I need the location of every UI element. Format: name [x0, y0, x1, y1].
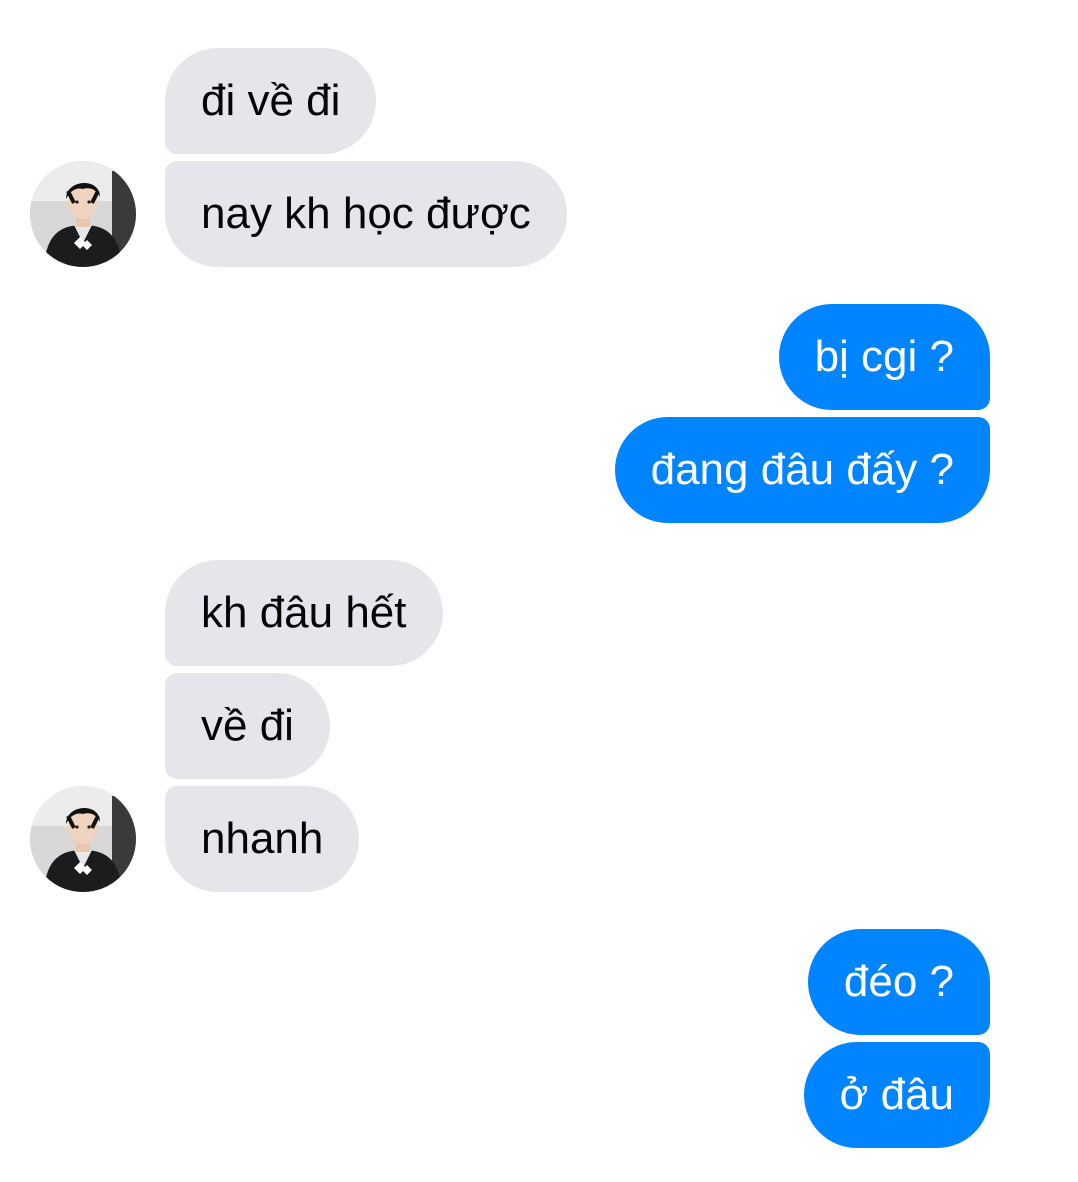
contact-avatar[interactable] [30, 161, 136, 267]
message-text: đi về đi [201, 76, 341, 125]
message-bubble-outgoing[interactable]: đéo ? [807, 929, 990, 1035]
message-bubble-incoming[interactable]: nhanh [165, 786, 360, 892]
message-text: ở đâu [839, 1070, 955, 1119]
message-text: nay kh học được [201, 189, 531, 238]
message-text: đang đâu đấy ? [650, 445, 954, 494]
message-bubble-incoming[interactable]: về đi [165, 673, 330, 779]
message-text: kh đâu hết [201, 588, 407, 637]
person-avatar-icon [30, 161, 136, 267]
message-bubble-outgoing[interactable]: bị cgi ? [778, 304, 990, 410]
person-avatar-icon [30, 786, 136, 892]
message-bubble-incoming[interactable]: nay kh học được [165, 161, 567, 267]
message-bubble-outgoing[interactable]: đang đâu đấy ? [614, 417, 990, 523]
message-text: bị cgi ? [814, 332, 954, 381]
message-bubble-incoming[interactable]: đi về đi [165, 48, 377, 154]
message-text: về đi [201, 701, 294, 750]
message-text: nhanh [201, 814, 324, 863]
contact-avatar[interactable] [30, 786, 136, 892]
message-bubble-outgoing[interactable]: ở đâu [803, 1042, 990, 1148]
message-text: đéo ? [843, 957, 954, 1006]
message-bubble-incoming[interactable]: kh đâu hết [165, 560, 443, 666]
